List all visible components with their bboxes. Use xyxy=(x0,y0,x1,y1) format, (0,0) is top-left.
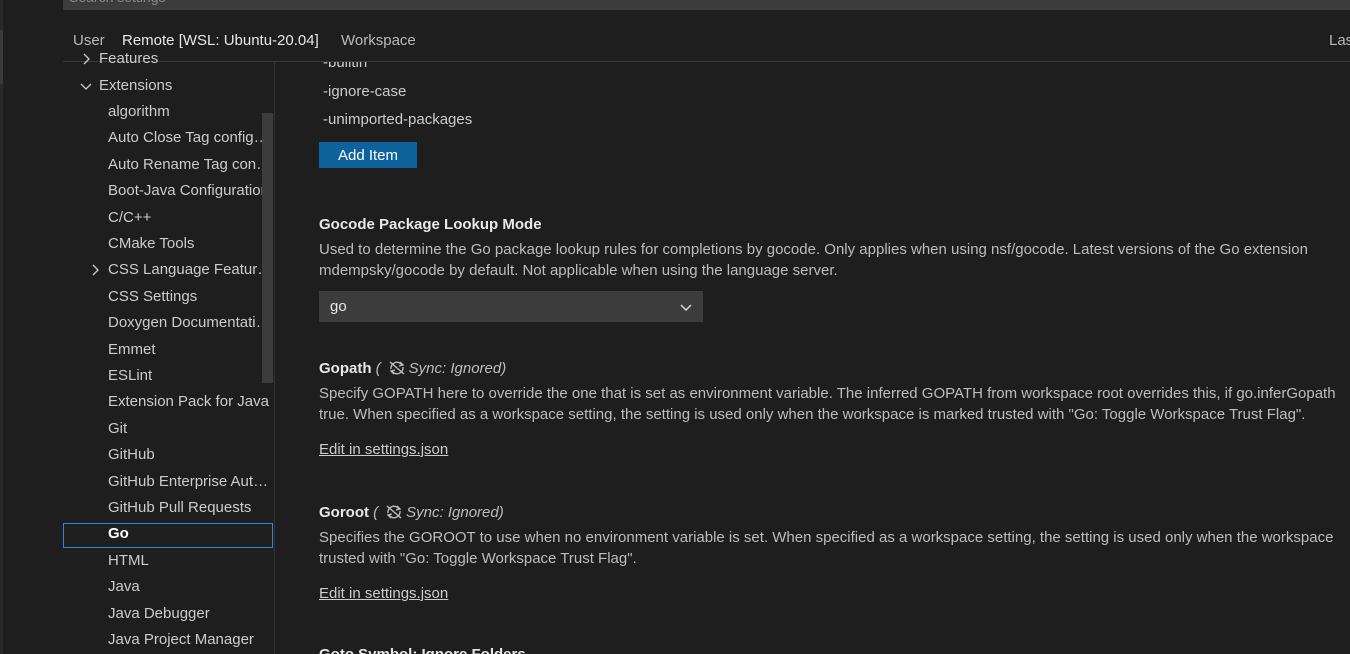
list-item[interactable]: -unimported-packages xyxy=(323,111,472,128)
setting-title-lookup-mode: Gocode Package Lookup Mode xyxy=(319,216,542,233)
tab-user[interactable]: User xyxy=(73,32,105,49)
settings-table-of-contents: Features Extensions algorithm Auto Close… xyxy=(63,52,275,654)
sync-text: Sync: Ignored) xyxy=(406,504,504,521)
setting-title-goto-symbol: Goto Symbol: Ignore Folders xyxy=(319,646,526,654)
toc-item-label: GitHub Enterprise Authentication xyxy=(108,473,273,490)
chevron-right-icon xyxy=(83,53,90,65)
toc-item-label: Java xyxy=(108,578,140,595)
toc-item-label: Auto Close Tag configuration xyxy=(108,129,273,146)
toc-item-algorithm[interactable]: algorithm xyxy=(63,101,273,126)
setting-title-text: Goroot xyxy=(319,504,369,521)
sync-paren: ( xyxy=(375,360,381,377)
toc-item-label: HTML xyxy=(108,552,149,569)
setting-description: trusted with "Go: Toggle Workspace Trust… xyxy=(319,550,637,567)
sync-ignored-label: ( Sync: Ignored) xyxy=(376,360,507,377)
toc-item-label: GitHub xyxy=(108,446,155,463)
toc-item-label: CMake Tools xyxy=(108,235,195,252)
toc-item-java-debugger[interactable]: Java Debugger xyxy=(63,603,273,628)
settings-content: -builtin -ignore-case -unimported-packag… xyxy=(275,62,1350,654)
toc-item-git[interactable]: Git xyxy=(63,418,273,443)
toc-item-label: Extension Pack for Java xyxy=(108,393,269,410)
list-item[interactable]: -ignore-case xyxy=(323,83,406,100)
toc-item-cmake-tools[interactable]: CMake Tools xyxy=(63,233,273,258)
setting-title-text: Gopath xyxy=(319,360,372,377)
sync-text: Sync: Ignored) xyxy=(408,360,507,377)
setting-description: true. When specified as a workspace sett… xyxy=(319,406,1306,423)
setting-description: Specifies the GOROOT to use when no envi… xyxy=(319,529,1334,546)
toc-item-label: C/C++ xyxy=(108,209,152,226)
toc-item-html[interactable]: HTML xyxy=(63,550,273,575)
chevron-down-icon xyxy=(680,304,692,311)
last-synced-label: Las xyxy=(1329,32,1350,49)
toc-item-extensions[interactable]: Extensions xyxy=(63,75,273,100)
toc-item-auto-close-tag[interactable]: Auto Close Tag configuration xyxy=(63,127,273,152)
edit-in-settings-json-link[interactable]: Edit in settings.json xyxy=(319,585,448,602)
toc-item-c-cpp[interactable]: C/C++ xyxy=(63,207,273,232)
toc-item-css-settings[interactable]: CSS Settings xyxy=(63,286,273,311)
setting-title-gopath: Gopath ( Sync: Ignored) xyxy=(319,360,506,377)
toc-item-extension-pack-java[interactable]: Extension Pack for Java xyxy=(63,391,273,416)
toc-item-label: CSS Settings xyxy=(108,288,198,305)
toc-item-label: Features xyxy=(99,52,159,67)
lookup-mode-select[interactable]: go xyxy=(319,291,703,322)
sync-ignored-icon xyxy=(386,505,402,519)
toc-item-java-project-manager[interactable]: Java Project Manager xyxy=(63,629,273,654)
toc-item-emmet[interactable]: Emmet xyxy=(63,339,273,364)
setting-description: Used to determine the Go package lookup … xyxy=(319,241,1308,258)
setting-title-goroot: Goroot ( Sync: Ignored) xyxy=(319,504,504,521)
sync-ignored-icon xyxy=(389,361,405,375)
toc-item-label: Emmet xyxy=(108,341,156,358)
toc-item-java[interactable]: Java xyxy=(63,576,273,601)
lookup-mode-value: go xyxy=(330,298,347,315)
toc-item-github-enterprise[interactable]: GitHub Enterprise Authentication xyxy=(63,471,273,496)
toc-item-label: GitHub Pull Requests xyxy=(108,499,252,516)
toc-item-eslint[interactable]: ESLint xyxy=(63,365,273,390)
toc-item-auto-rename-tag[interactable]: Auto Rename Tag configuration xyxy=(63,154,273,179)
toc-item-css-language-features[interactable]: CSS Language Features xyxy=(63,259,273,284)
toc-item-label: CSS Language Features xyxy=(108,261,273,278)
toc-item-label: Java Debugger xyxy=(108,605,210,622)
toc-scrollbar[interactable] xyxy=(262,113,273,383)
activity-bar-indicator xyxy=(0,30,3,84)
sync-paren: ( xyxy=(373,504,379,521)
setting-description: mdempsky/gocode by default. Not applicab… xyxy=(319,262,838,279)
toc-item-features[interactable]: Features xyxy=(63,52,273,73)
toc-item-label: algorithm xyxy=(108,103,170,120)
toc-item-github-pull-requests[interactable]: GitHub Pull Requests xyxy=(63,497,273,522)
toc-item-label: ESLint xyxy=(108,367,153,384)
toc-item-github[interactable]: GitHub xyxy=(63,444,273,469)
toc-item-label: Boot-Java Configuration xyxy=(108,182,269,199)
tab-workspace[interactable]: Workspace xyxy=(341,32,416,49)
toc-item-label: Extensions xyxy=(99,77,173,94)
setting-description: Specify GOPATH here to override the one … xyxy=(319,385,1336,402)
toc-item-label: Git xyxy=(108,420,128,437)
sync-ignored-label: ( Sync: Ignored) xyxy=(373,504,504,521)
tab-remote-wsl[interactable]: Remote [WSL: Ubuntu-20.04] xyxy=(122,32,319,49)
toc-item-label: Auto Rename Tag configuration xyxy=(108,156,273,173)
chevron-right-icon xyxy=(92,264,99,276)
list-item[interactable]: -builtin xyxy=(323,62,367,71)
toc-item-boot-java[interactable]: Boot-Java Configuration xyxy=(63,180,273,205)
toc-item-go[interactable]: Go xyxy=(63,523,273,548)
toc-item-label: Doxygen Documentation Generator xyxy=(108,314,273,331)
edit-in-settings-json-link[interactable]: Edit in settings.json xyxy=(319,441,448,458)
search-settings-input[interactable]: Search settings xyxy=(63,0,1350,10)
toc-item-label: Java Project Manager xyxy=(108,631,254,648)
toc-item-label: Go xyxy=(108,525,129,542)
toc-item-doxygen[interactable]: Doxygen Documentation Generator xyxy=(63,312,273,337)
activity-bar-edge xyxy=(0,0,3,654)
add-item-button[interactable]: Add Item xyxy=(319,142,417,168)
chevron-down-icon xyxy=(80,83,92,90)
